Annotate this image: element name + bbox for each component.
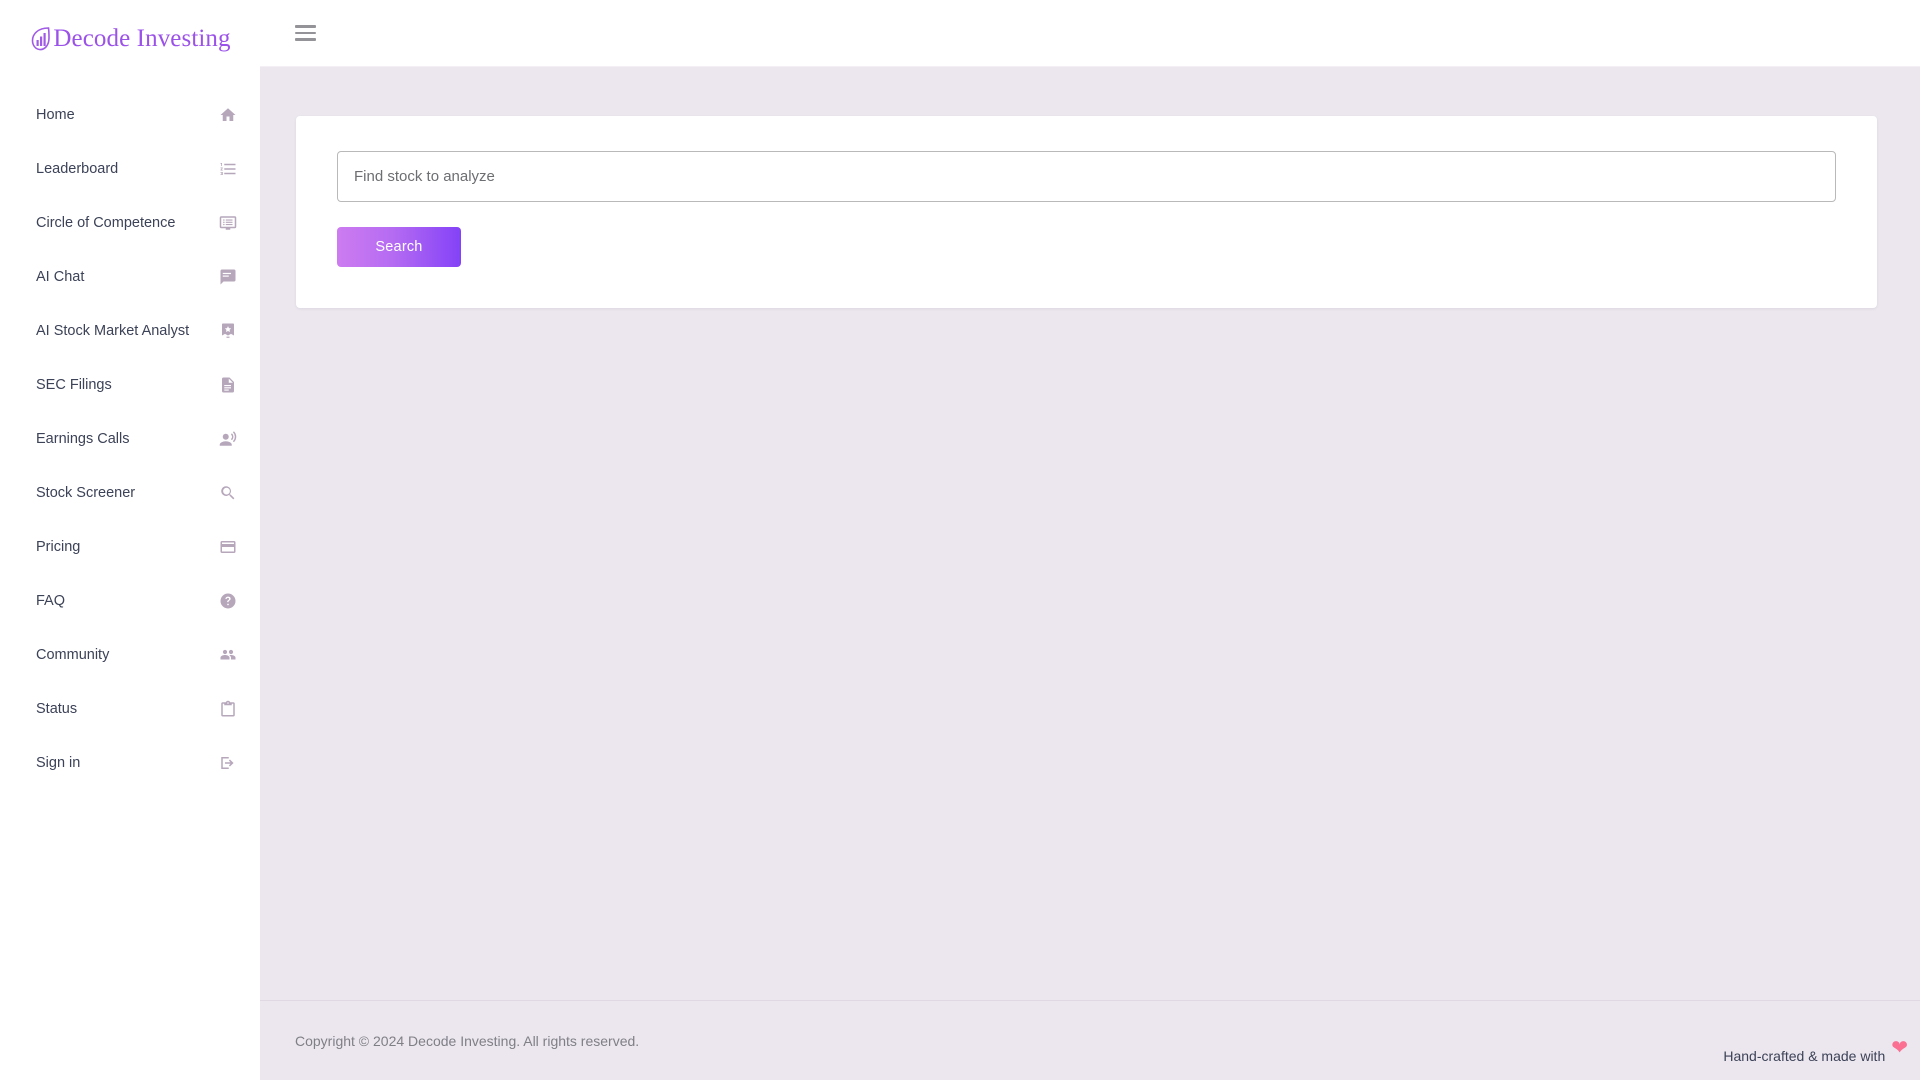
sidebar-item-label: Leaderboard	[36, 162, 218, 177]
sidebar-item-label: Community	[36, 648, 218, 663]
sidebar-item-label: Stock Screener	[36, 486, 218, 501]
sidebar-item-stock-screener[interactable]: Stock Screener	[0, 466, 260, 520]
login-arrow-icon	[218, 753, 238, 773]
footer: Copyright © 2024 Decode Investing. All r…	[260, 1000, 1920, 1080]
sidebar-item-sign-in[interactable]: Sign in	[0, 736, 260, 790]
sidebar-item-community[interactable]: Community	[0, 628, 260, 682]
sidebar-item-label: Earnings Calls	[36, 432, 218, 447]
sidebar-item-ai-chat[interactable]: AI Chat	[0, 250, 260, 304]
brand-name: Decode Investing	[53, 25, 230, 53]
sidebar-item-label: AI Chat	[36, 270, 218, 285]
sidebar-item-leaderboard[interactable]: Leaderboard	[0, 142, 260, 196]
heart-icon: ❤	[1891, 1038, 1908, 1058]
app-root: Decode Investing Home Leaderboard Circle…	[0, 0, 1920, 1080]
sidebar-item-label: Pricing	[36, 540, 218, 555]
sidebar-item-label: Sign in	[36, 756, 218, 771]
chat-bubble-icon	[218, 267, 238, 287]
help-circle-icon	[218, 591, 238, 611]
brand-logo[interactable]: Decode Investing	[0, 0, 260, 72]
sidebar: Decode Investing Home Leaderboard Circle…	[0, 0, 260, 1080]
hamburger-bar	[295, 32, 316, 35]
sidebar-item-label: FAQ	[36, 594, 218, 609]
search-input[interactable]	[337, 151, 1836, 202]
badge-star-icon	[218, 321, 238, 341]
record-voice-over-icon	[218, 429, 238, 449]
sidebar-item-label: SEC Filings	[36, 378, 218, 393]
document-icon	[218, 375, 238, 395]
stock-search-card: Search	[296, 116, 1877, 308]
dashboard-list-icon	[218, 213, 238, 233]
sidebar-item-home[interactable]: Home	[0, 88, 260, 142]
hamburger-bar	[295, 25, 316, 28]
sidebar-item-status[interactable]: Status	[0, 682, 260, 736]
sidebar-item-sec-filings[interactable]: SEC Filings	[0, 358, 260, 412]
hamburger-bar	[295, 38, 316, 41]
sidebar-item-ai-stock-market-analyst[interactable]: AI Stock Market Analyst	[0, 304, 260, 358]
people-group-icon	[218, 645, 238, 665]
sidebar-item-label: AI Stock Market Analyst	[36, 324, 218, 339]
sidebar-item-label: Circle of Competence	[36, 216, 218, 231]
hamburger-menu-icon[interactable]	[291, 16, 325, 50]
main-content: Search	[260, 67, 1920, 1000]
format-list-numbered-icon	[218, 159, 238, 179]
topbar	[260, 0, 1920, 67]
main-column: Search Copyright © 2024 Decode Investing…	[260, 0, 1920, 1080]
home-icon	[218, 105, 238, 125]
sidebar-nav: Home Leaderboard Circle of Competence AI…	[0, 72, 260, 790]
copyright-text: Copyright © 2024 Decode Investing. All r…	[280, 1033, 639, 1049]
search-button[interactable]: Search	[337, 227, 461, 267]
made-with-text: Hand-crafted & made with	[1723, 1048, 1885, 1064]
chart-leaf-logo-icon	[29, 26, 51, 52]
clipboard-icon	[218, 699, 238, 719]
sidebar-item-label: Home	[36, 108, 218, 123]
sidebar-item-earnings-calls[interactable]: Earnings Calls	[0, 412, 260, 466]
sidebar-item-label: Status	[36, 702, 218, 717]
search-icon	[218, 483, 238, 503]
sidebar-item-circle-of-competence[interactable]: Circle of Competence	[0, 196, 260, 250]
sidebar-item-faq[interactable]: FAQ	[0, 574, 260, 628]
sidebar-item-pricing[interactable]: Pricing	[0, 520, 260, 574]
credit-card-icon	[218, 537, 238, 557]
made-with-block: Hand-crafted & made with ❤	[1723, 1046, 1920, 1066]
